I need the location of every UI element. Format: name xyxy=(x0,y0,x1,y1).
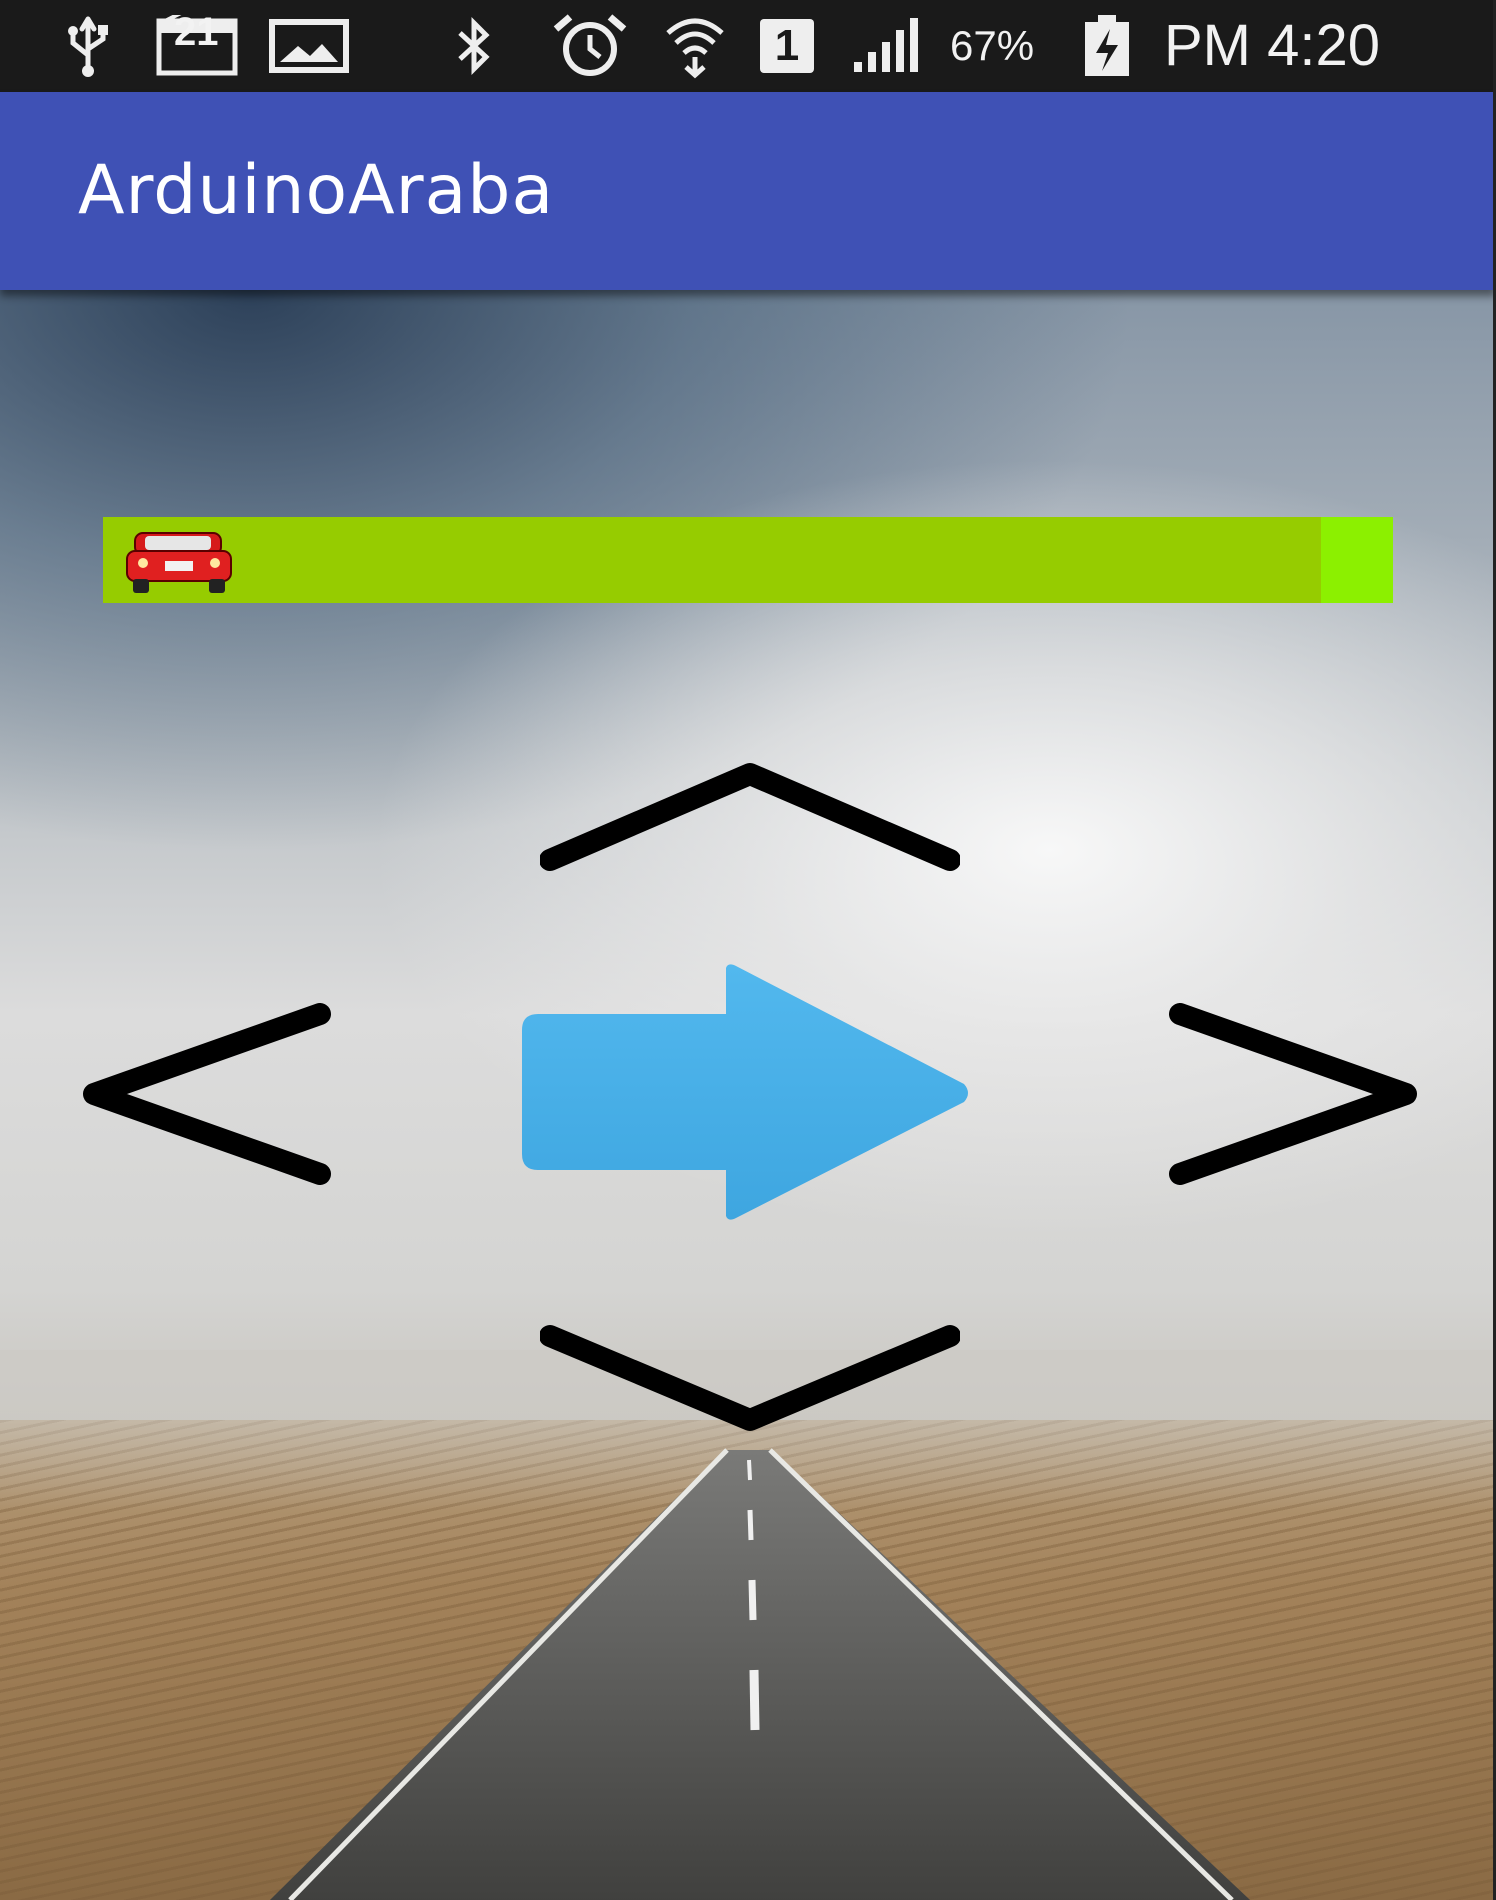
arrow-right-icon xyxy=(522,964,968,1220)
seekbar-track-end xyxy=(1321,517,1393,603)
calendar-badge: 21 xyxy=(174,10,219,54)
calendar-icon: 21 xyxy=(152,0,242,92)
wifi-icon xyxy=(660,0,730,92)
chevron-right-icon xyxy=(1169,1003,1417,1185)
backward-button[interactable] xyxy=(539,1316,961,1436)
chevron-up-icon xyxy=(539,763,961,871)
forward-button[interactable] xyxy=(539,760,961,880)
red-car-icon[interactable] xyxy=(121,523,237,599)
bluetooth-icon xyxy=(446,0,502,92)
battery-percent: 67% xyxy=(950,22,1035,69)
sim-slot-label: 1 xyxy=(774,21,800,70)
battery-charging-icon xyxy=(1078,0,1136,92)
signal-icon xyxy=(848,0,928,92)
alarm-icon xyxy=(548,0,632,92)
gallery-icon xyxy=(266,0,352,92)
app-title: ArduinoAraba xyxy=(78,151,555,230)
status-bar: 21 1 67% PM 4:20 xyxy=(0,0,1493,92)
left-button[interactable] xyxy=(80,1000,340,1190)
right-button[interactable] xyxy=(1160,1000,1420,1190)
sim-icon: 1 xyxy=(756,0,818,92)
chevron-left-icon xyxy=(83,1003,331,1185)
clock: PM 4:20 xyxy=(1164,13,1380,78)
app-bar: ArduinoAraba xyxy=(0,92,1493,290)
speed-seekbar[interactable] xyxy=(103,517,1393,603)
usb-icon xyxy=(58,0,118,92)
phone-screen: 21 1 67% PM 4:20 ArduinoAraba xyxy=(0,0,1496,1900)
chevron-down-icon xyxy=(539,1325,961,1431)
go-button[interactable] xyxy=(516,960,976,1226)
